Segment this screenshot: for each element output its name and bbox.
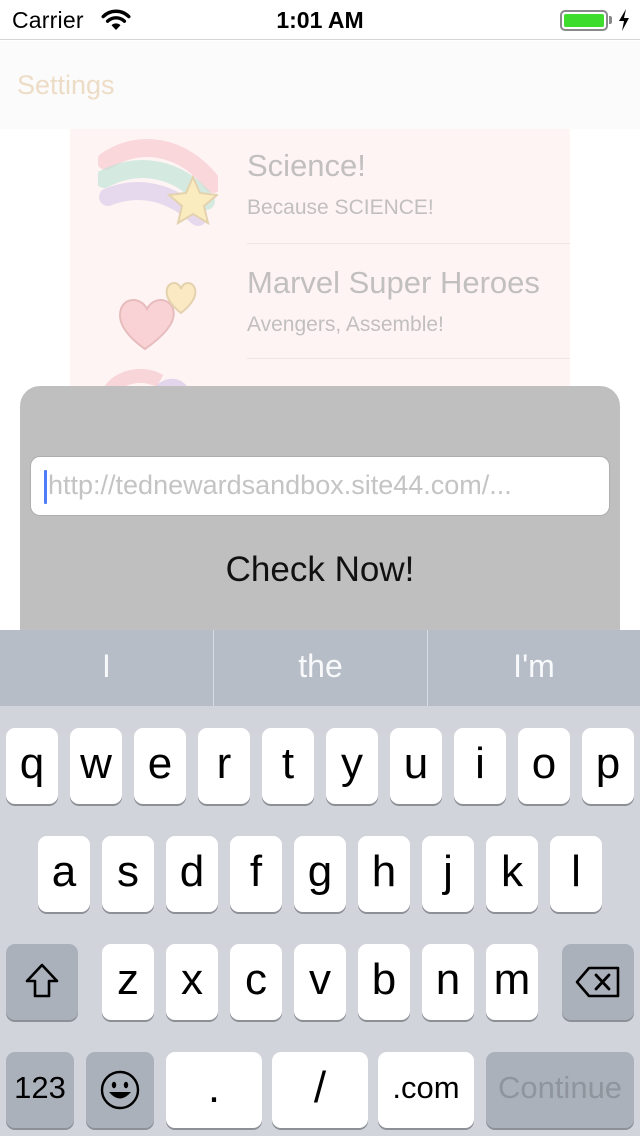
key-dotcom[interactable]: .com — [378, 1052, 474, 1128]
list-item-title: Marvel Super Heroes — [247, 265, 540, 300]
url-input[interactable]: http://tednewardsandbox.site44.com/... — [30, 456, 610, 516]
suggestion-item[interactable]: the — [214, 630, 427, 706]
hearts-icon — [119, 282, 197, 351]
key-t[interactable]: t — [262, 728, 314, 804]
numbers-key[interactable]: 123 — [6, 1052, 74, 1128]
suggestion-item[interactable]: I'm — [428, 630, 640, 706]
suggestion-bar: I the I'm — [0, 630, 640, 706]
key-a[interactable]: a — [38, 836, 90, 912]
keyboard: I the I'm q w e r t y u i o p a s d f g … — [0, 630, 640, 1136]
url-placeholder: http://tednewardsandbox.site44.com/... — [48, 470, 512, 500]
check-now-button[interactable]: Check Now! — [20, 546, 620, 594]
key-g[interactable]: g — [294, 836, 346, 912]
suggestion-item[interactable]: I — [0, 630, 213, 706]
list-item-title: Science! — [247, 148, 366, 183]
key-p[interactable]: p — [582, 728, 634, 804]
key-u[interactable]: u — [390, 728, 442, 804]
list-item-subtitle: Because SCIENCE! — [247, 196, 434, 219]
delete-icon — [575, 966, 620, 998]
status-time: 1:01 AM — [276, 7, 364, 33]
key-y[interactable]: y — [326, 728, 378, 804]
key-h[interactable]: h — [358, 836, 410, 912]
shift-key[interactable] — [6, 944, 78, 1020]
continue-key[interactable]: Continue — [486, 1052, 634, 1128]
nav-bar: Settings — [0, 41, 640, 129]
key-o[interactable]: o — [518, 728, 570, 804]
key-n[interactable]: n — [422, 944, 474, 1020]
list-separator — [247, 243, 570, 244]
quiz-list: Science! Because SCIENCE! Marvel Super H… — [70, 129, 570, 389]
delete-key[interactable] — [562, 944, 634, 1020]
emoji-key[interactable] — [86, 1052, 154, 1128]
url-popup: http://tednewardsandbox.site44.com/... C… — [20, 386, 620, 646]
battery-icon — [560, 10, 608, 31]
key-e[interactable]: e — [134, 728, 186, 804]
key-i[interactable]: i — [454, 728, 506, 804]
list-item[interactable]: Marvel Super Heroes Avengers, Assemble! — [70, 245, 570, 361]
emoji-icon — [100, 1070, 140, 1110]
list-item-subtitle: Avengers, Assemble! — [247, 313, 444, 336]
list-item[interactable]: Science! Because SCIENCE! — [70, 129, 570, 245]
text-cursor — [44, 470, 47, 504]
battery-fill — [564, 14, 604, 27]
key-w[interactable]: w — [70, 728, 122, 804]
key-q[interactable]: q — [6, 728, 58, 804]
battery-tip — [609, 16, 612, 24]
list-item[interactable] — [70, 361, 570, 389]
key-v[interactable]: v — [294, 944, 346, 1020]
key-f[interactable]: f — [230, 836, 282, 912]
key-c[interactable]: c — [230, 944, 282, 1020]
shift-icon — [25, 963, 59, 998]
key-z[interactable]: z — [102, 944, 154, 1020]
key-period[interactable]: . — [166, 1052, 262, 1128]
shooting-star-icon — [98, 139, 218, 226]
key-r[interactable]: r — [198, 728, 250, 804]
key-slash[interactable]: / — [272, 1052, 368, 1128]
key-l[interactable]: l — [550, 836, 602, 912]
key-k[interactable]: k — [486, 836, 538, 912]
key-m[interactable]: m — [486, 944, 538, 1020]
charging-bolt-icon — [619, 9, 629, 31]
key-j[interactable]: j — [422, 836, 474, 912]
key-x[interactable]: x — [166, 944, 218, 1020]
list-separator — [247, 358, 570, 359]
key-d[interactable]: d — [166, 836, 218, 912]
settings-button[interactable]: Settings — [17, 70, 115, 101]
status-bar: Carrier 1:01 AM — [0, 0, 640, 40]
key-b[interactable]: b — [358, 944, 410, 1020]
key-s[interactable]: s — [102, 836, 154, 912]
